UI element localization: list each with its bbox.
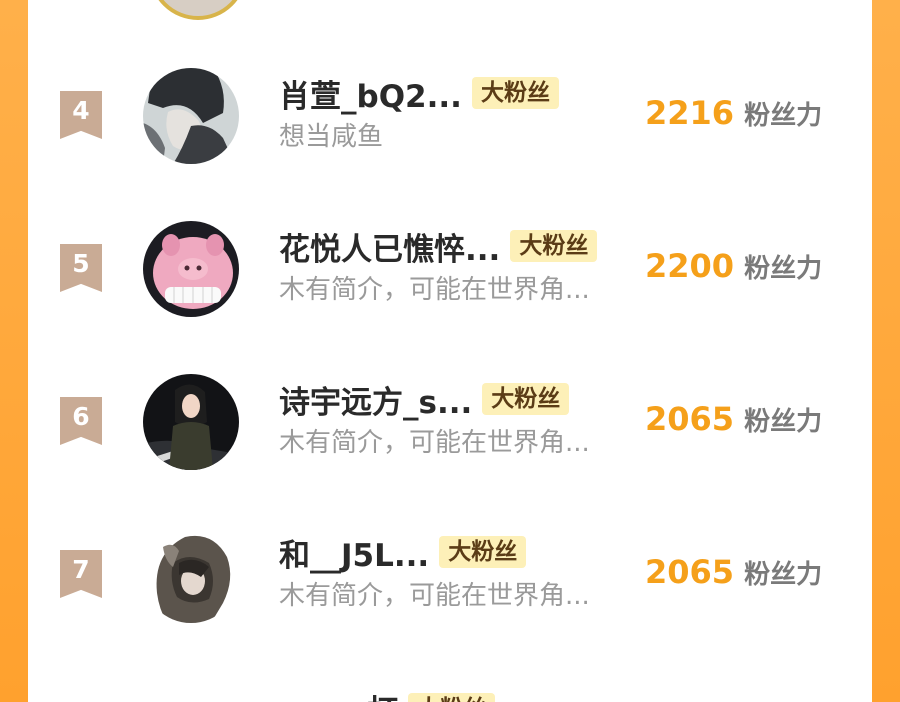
big-fan-badge: 大粉丝 xyxy=(482,383,570,415)
list-item[interactable]: 5 花悦人已憔悴... 大粉丝 木有简介，可能在世界角... 2200 粉丝力 xyxy=(28,211,872,331)
rank-badge: 4 xyxy=(60,91,102,139)
list-item[interactable]: 6 诗宇远方_s... 大粉丝 木有简介，可能在世界角... 2065 粉丝力 xyxy=(28,364,872,484)
fan-power-label: 粉丝力 xyxy=(744,406,823,437)
fan-power: 2200 粉丝力 xyxy=(645,244,822,288)
big-fan-badge: 大粉丝 xyxy=(439,536,527,568)
big-fan-badge: 大粉丝 xyxy=(510,230,598,262)
fan-power: 2065 粉丝力 xyxy=(645,397,822,441)
previous-row-avatar xyxy=(149,0,247,20)
fan-power: 2065 粉丝力 xyxy=(645,550,822,594)
user-name[interactable]: 和__J5L... xyxy=(279,530,429,575)
fan-power-value: 2200 xyxy=(645,247,735,285)
rank-badge: 5 xyxy=(60,244,102,292)
user-bio: 想当咸鱼 xyxy=(279,122,384,152)
user-bio: 木有简介，可能在世界角... xyxy=(279,275,590,305)
fan-ranking-list: 4 肖萱_bQ2... 大粉丝 想当咸鱼 2216 粉丝力 5 花悦人已憔悴..… xyxy=(28,0,872,702)
user-name[interactable]: 肖萱_bQ2... xyxy=(279,71,462,116)
fan-power-label: 粉丝力 xyxy=(744,253,823,284)
avatar[interactable] xyxy=(143,374,239,470)
name-line: 肖萱_bQ2... 大粉丝 xyxy=(279,71,559,116)
rank-badge: 6 xyxy=(60,397,102,445)
big-fan-badge: 大粉丝 xyxy=(408,692,496,702)
fan-power-value: 2216 xyxy=(645,94,735,132)
user-name[interactable]: 诗宇远方_s... xyxy=(279,377,472,422)
big-fan-badge: 大粉丝 xyxy=(471,77,559,109)
avatar[interactable] xyxy=(143,221,239,317)
fan-power-value: 2065 xyxy=(645,553,735,591)
fan-power-value: 2065 xyxy=(645,400,735,438)
list-item[interactable]: 4 肖萱_bQ2... 大粉丝 想当咸鱼 2216 粉丝力 xyxy=(28,58,872,178)
fan-power-label: 粉丝力 xyxy=(744,100,823,131)
list-item[interactable]: 7 和__J5L... 大粉丝 木有简介，可能在世界角... 2065 粉丝力 xyxy=(28,517,872,637)
avatar[interactable] xyxy=(143,527,239,623)
name-line: 诗宇远方_s... 大粉丝 xyxy=(279,377,570,422)
fan-power: 2216 粉丝力 xyxy=(645,91,822,135)
right-orange-border xyxy=(872,0,900,702)
name-line: 和__J5L... 大粉丝 xyxy=(279,530,527,575)
name-line: 花悦人已憔悴... 大粉丝 xyxy=(279,224,598,269)
left-orange-border xyxy=(0,0,28,702)
user-bio: 木有简介，可能在世界角... xyxy=(279,581,590,611)
next-row-peek[interactable]: error杯 大粉丝 xyxy=(279,686,496,702)
user-name[interactable]: 花悦人已憔悴... xyxy=(279,224,500,269)
user-name[interactable]: error杯 xyxy=(279,686,398,702)
avatar[interactable] xyxy=(143,68,239,164)
fan-power-label: 粉丝力 xyxy=(744,559,823,590)
user-bio: 木有简介，可能在世界角... xyxy=(279,428,590,458)
rank-badge: 7 xyxy=(60,550,102,598)
